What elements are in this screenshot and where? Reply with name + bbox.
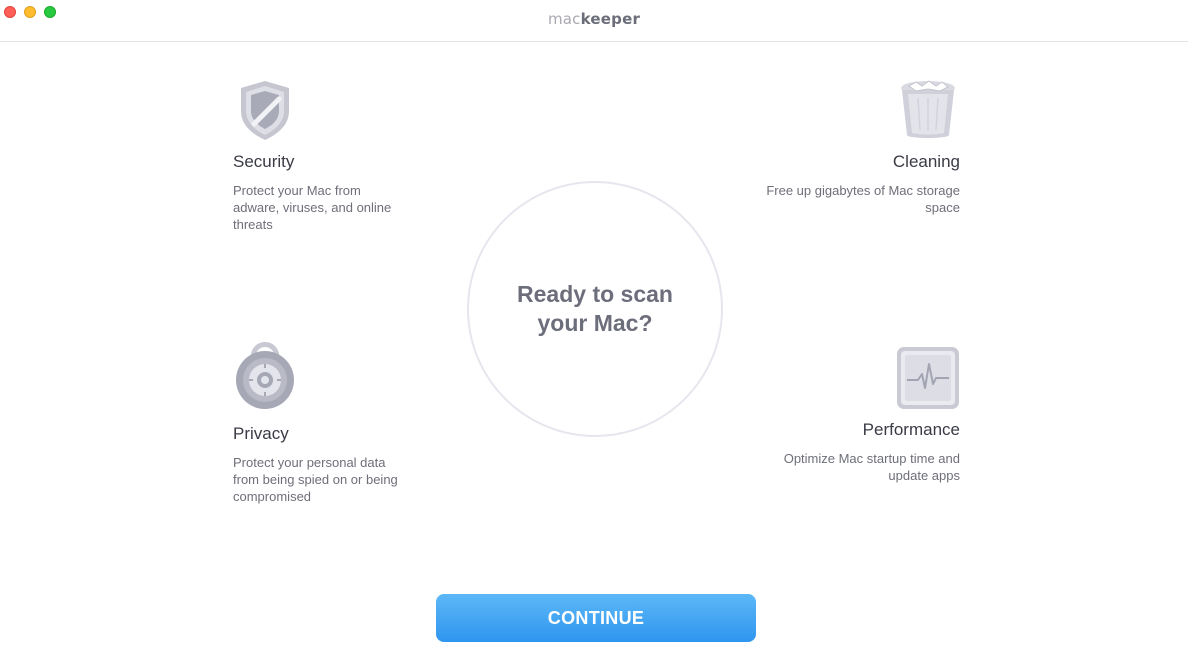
feature-title: Performance (862, 420, 960, 439)
continue-button[interactable]: CONTINUE (436, 594, 756, 642)
feature-title: Privacy (233, 424, 289, 443)
logo-keeper-text: keeper (580, 10, 641, 28)
feature-description: Protect your Mac from adware, viruses, a… (233, 183, 392, 232)
feature-privacy: Privacy Protect your personal data from … (233, 336, 403, 505)
feature-description: Protect your personal data from being sp… (233, 455, 398, 504)
activity-monitor-icon (897, 347, 959, 409)
feature-title: Cleaning (892, 152, 960, 171)
mackeeper-window: mackeeper Security Protect your Mac from… (0, 0, 1188, 657)
shield-icon (241, 81, 289, 140)
scan-circle: Ready to scan your Mac? (467, 181, 723, 437)
feature-security: Security Protect your Mac from adware, v… (233, 78, 403, 233)
title-bar: mackeeper (0, 0, 1188, 42)
padlock-icon (236, 342, 294, 409)
feature-description: Optimize Mac startup time and update app… (783, 451, 960, 483)
feature-description: Free up gigabytes of Mac storage space (766, 183, 960, 215)
app-logo: mackeeper (0, 10, 1188, 28)
trash-bin-icon (901, 80, 955, 138)
feature-performance: Performance Optimize Mac startup time an… (760, 346, 960, 484)
logo-mac-text: mac (547, 10, 581, 28)
feature-title: Security (233, 152, 295, 171)
scan-prompt-text: Ready to scan your Mac? (517, 281, 673, 336)
feature-cleaning: Cleaning Free up gigabytes of Mac storag… (760, 78, 960, 216)
